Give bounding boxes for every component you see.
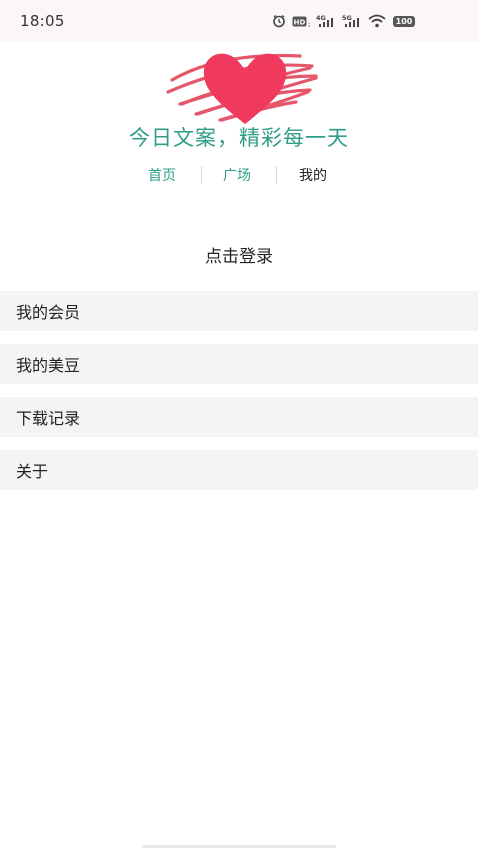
app-slogan: 今日文案，精彩每一天: [129, 126, 349, 150]
menu-item-label: 下载记录: [16, 409, 81, 428]
svg-text:5G: 5G: [342, 14, 352, 22]
svg-text:HD: HD: [294, 18, 306, 26]
nav-divider: [276, 166, 277, 184]
menu-item-downloads[interactable]: 下载记录: [0, 397, 478, 437]
menu-item-label: 我的美豆: [16, 356, 81, 375]
heart-scribble-logo: [166, 53, 318, 125]
status-time: 18:05: [20, 12, 65, 30]
4g-signal-icon: 4G: [316, 14, 336, 28]
menu-item-about[interactable]: 关于: [0, 450, 478, 490]
wifi-icon: [368, 14, 386, 28]
tab-home[interactable]: 首页: [148, 166, 176, 186]
tab-square[interactable]: 广场: [223, 166, 251, 186]
alarm-icon: [272, 14, 286, 28]
menu-item-label: 我的会员: [16, 303, 81, 322]
menu-item-membership[interactable]: 我的会员: [0, 291, 478, 331]
main-nav: 首页 广场 我的: [0, 166, 478, 186]
svg-text:4G: 4G: [316, 14, 326, 22]
profile-menu: 我的会员 我的美豆 下载记录 关于: [0, 291, 478, 503]
battery-level: 100: [395, 17, 413, 26]
5g-signal-icon: 5G: [342, 14, 362, 28]
home-indicator[interactable]: [142, 845, 336, 848]
battery-icon: 100: [393, 16, 415, 27]
menu-item-label: 关于: [16, 462, 49, 481]
svg-text:2: 2: [308, 23, 310, 28]
status-icons: HD 2 4G 5G: [272, 14, 386, 28]
status-bar: 18:05 HD 2 4G 5G 100: [0, 0, 478, 42]
header: 今日文案，精彩每一天 首页 广场 我的: [0, 42, 478, 202]
menu-item-beans[interactable]: 我的美豆: [0, 344, 478, 384]
hd-icon: HD 2: [292, 15, 310, 28]
login-button[interactable]: 点击登录: [0, 242, 478, 267]
nav-divider: [201, 166, 202, 184]
tab-mine[interactable]: 我的: [299, 166, 327, 186]
